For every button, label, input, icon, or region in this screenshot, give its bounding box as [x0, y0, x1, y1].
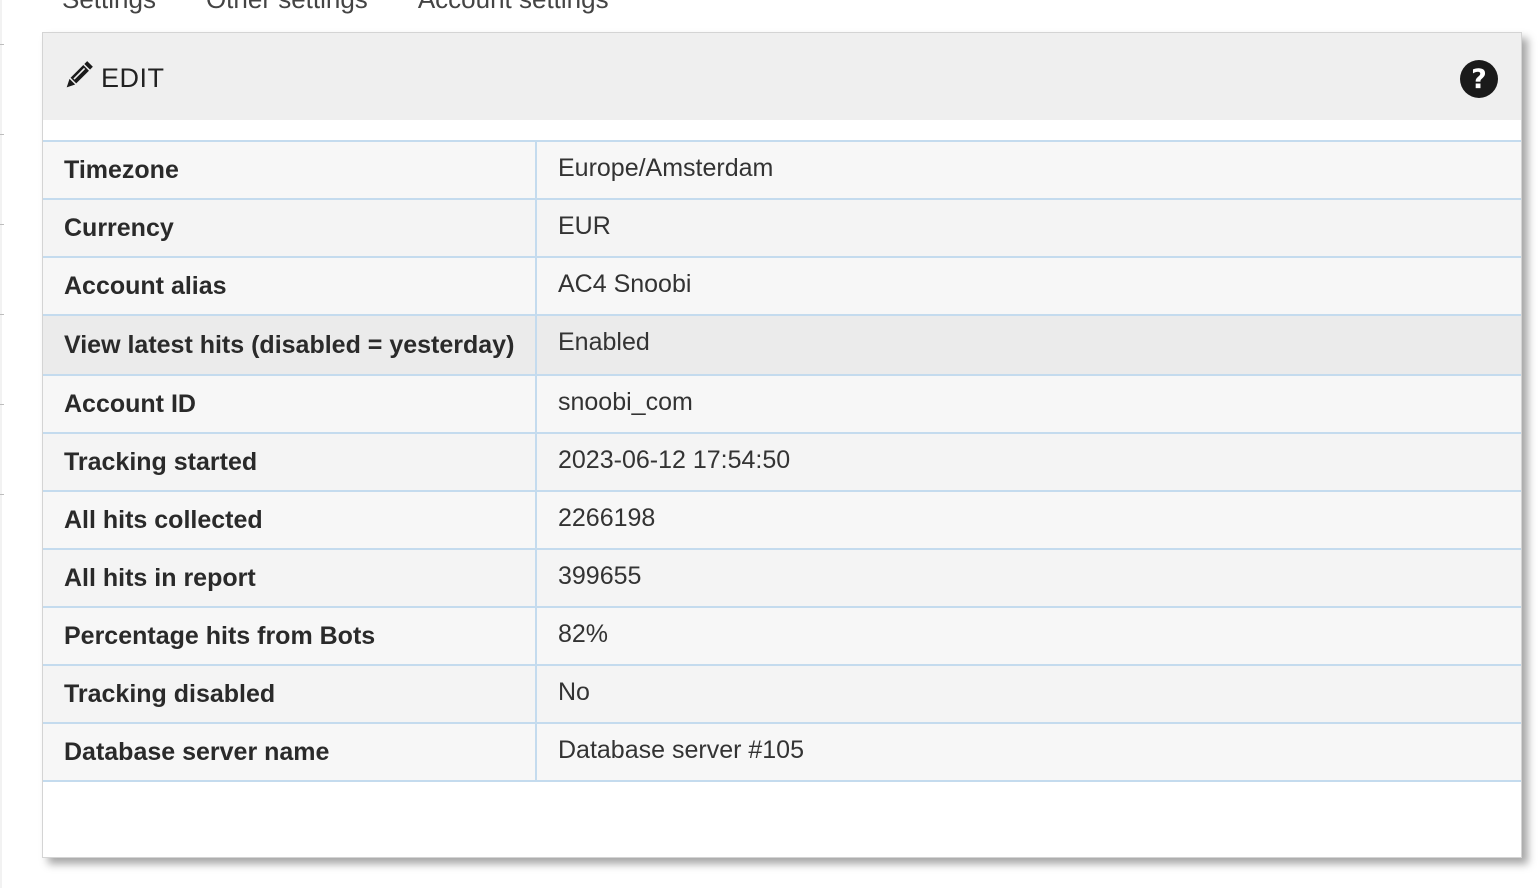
- row-label: All hits in report: [43, 548, 537, 608]
- row-label: All hits collected: [43, 490, 537, 550]
- rail-tick: [0, 404, 4, 405]
- svg-text:?: ?: [1471, 64, 1487, 95]
- row-value: No: [536, 664, 1521, 724]
- row-label: Tracking disabled: [43, 664, 537, 724]
- help-button[interactable]: ?: [1459, 59, 1499, 99]
- row-value: 2266198: [536, 490, 1521, 550]
- rail-tick: [0, 44, 4, 45]
- rail-tick: [0, 224, 4, 225]
- rail-tick: [0, 494, 4, 495]
- row-value: Enabled: [536, 314, 1521, 376]
- row-value: snoobi_com: [536, 374, 1521, 434]
- row-label: Account ID: [43, 374, 537, 434]
- pencil-icon: [63, 60, 93, 96]
- table-row: Account ID snoobi_com: [43, 374, 1521, 434]
- rail-tick: [0, 314, 4, 315]
- row-label: Timezone: [43, 140, 537, 200]
- row-value: Europe/Amsterdam: [536, 140, 1521, 200]
- table-row: Percentage hits from Bots 82%: [43, 606, 1521, 666]
- breadcrumb-settings[interactable]: Settings: [62, 0, 156, 15]
- panel-gap: [43, 120, 1521, 140]
- table-row: Timezone Europe/Amsterdam: [43, 140, 1521, 200]
- row-value: EUR: [536, 198, 1521, 258]
- edit-label: EDIT: [101, 62, 165, 93]
- question-circle-icon: ?: [1460, 60, 1498, 98]
- row-value: Database server #105: [536, 722, 1521, 782]
- row-label: View latest hits (disabled = yesterday): [43, 314, 537, 376]
- table-row: Account alias AC4 Snoobi: [43, 256, 1521, 316]
- panel-header: EDIT ?: [43, 33, 1521, 120]
- table-row: All hits in report 399655: [43, 548, 1521, 608]
- table-row: View latest hits (disabled = yesterday) …: [43, 314, 1521, 376]
- row-value: 399655: [536, 548, 1521, 608]
- row-label: Tracking started: [43, 432, 537, 492]
- row-label: Percentage hits from Bots: [43, 606, 537, 666]
- row-label: Account alias: [43, 256, 537, 316]
- row-value: 82%: [536, 606, 1521, 666]
- rail-tick: [0, 134, 4, 135]
- table-row: All hits collected 2266198: [43, 490, 1521, 550]
- breadcrumb: Settings Other settings Account settings: [62, 0, 609, 14]
- row-label: Currency: [43, 198, 537, 258]
- table-row: Tracking disabled No: [43, 664, 1521, 724]
- edit-button[interactable]: EDIT: [63, 60, 165, 96]
- row-value: AC4 Snoobi: [536, 256, 1521, 316]
- table-row: Currency EUR: [43, 198, 1521, 258]
- breadcrumb-account-settings: Account settings: [418, 0, 609, 15]
- table-row: Database server name Database server #10…: [43, 722, 1521, 782]
- breadcrumb-other-settings[interactable]: Other settings: [206, 0, 368, 15]
- row-label: Database server name: [43, 722, 537, 782]
- table-row: Tracking started 2023-06-12 17:54:50: [43, 432, 1521, 492]
- settings-table: Timezone Europe/Amsterdam Currency EUR A…: [43, 140, 1521, 782]
- row-value: 2023-06-12 17:54:50: [536, 432, 1521, 492]
- account-settings-panel: EDIT ? Timezone Europe/Amsterdam Currenc…: [42, 32, 1522, 858]
